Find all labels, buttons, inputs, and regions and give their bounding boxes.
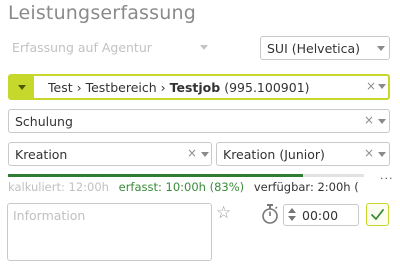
information-textarea[interactable]: Information xyxy=(7,203,212,261)
job-breadcrumb: Test › Testbereich › Testjob (995.100901… xyxy=(48,80,310,95)
recorded-hours: erfasst: 10:00h (83%) xyxy=(118,180,245,194)
job-select[interactable]: Test › Testbereich › Testjob (995.100901… xyxy=(8,74,390,100)
confirm-button[interactable] xyxy=(366,203,389,226)
activity-select[interactable]: Schulung × xyxy=(8,109,390,133)
budget-progress-fill xyxy=(8,174,304,177)
chevron-down-icon[interactable] xyxy=(201,152,209,157)
time-input[interactable]: 00:00 xyxy=(283,204,359,226)
increment-arrow-icon[interactable] xyxy=(288,208,296,213)
clear-icon[interactable]: × xyxy=(364,113,374,127)
department-select[interactable]: Kreation × xyxy=(8,142,212,166)
check-icon xyxy=(371,209,384,220)
agency-select-placeholder: Erfassung auf Agentur xyxy=(12,40,152,55)
information-placeholder: Information xyxy=(13,208,86,223)
available-hours: verfügbar: 2:00h ( xyxy=(253,180,359,194)
favorite-star-icon[interactable]: ☆ xyxy=(216,203,231,223)
client-select-value: SUI (Helvetica) xyxy=(267,41,361,56)
chevron-down-icon xyxy=(200,45,208,50)
agency-select[interactable]: Erfassung auf Agentur xyxy=(8,36,212,60)
decrement-arrow-icon[interactable] xyxy=(288,216,296,221)
page-title: Leistungserfassung xyxy=(8,2,196,24)
role-select[interactable]: Kreation (Junior) × xyxy=(216,142,390,166)
department-select-value: Kreation xyxy=(15,147,68,162)
job-select-toggle[interactable] xyxy=(10,76,34,98)
activity-select-value: Schulung xyxy=(15,114,73,129)
budget-stats: kalkuliert: 12:00h erfasst: 10:00h (83%)… xyxy=(8,180,359,194)
breadcrumb-level-2: Testbereich xyxy=(85,80,157,95)
role-select-value: Kreation (Junior) xyxy=(223,147,325,162)
chevron-down-icon[interactable] xyxy=(378,152,386,157)
clear-icon[interactable]: × xyxy=(364,146,374,160)
clear-icon[interactable]: × xyxy=(187,146,197,160)
job-number: (995.100901) xyxy=(224,80,310,95)
stopwatch-icon[interactable] xyxy=(261,203,279,225)
chevron-down-icon xyxy=(18,85,26,90)
job-name: Testjob xyxy=(169,80,221,95)
breadcrumb-level-1: Test xyxy=(48,80,73,95)
chevron-down-icon[interactable] xyxy=(378,119,386,124)
more-info-ellipsis[interactable]: ... xyxy=(380,169,394,182)
time-value: 00:00 xyxy=(302,208,339,223)
breadcrumb-separator: › xyxy=(76,80,82,95)
chevron-down-icon[interactable] xyxy=(377,46,385,51)
chevron-down-icon[interactable] xyxy=(378,84,386,89)
breadcrumb-separator: › xyxy=(160,80,166,95)
budget-progress-bar xyxy=(8,174,364,177)
calculated-hours: kalkuliert: 12:00h xyxy=(8,180,109,194)
client-select[interactable]: SUI (Helvetica) xyxy=(260,36,390,60)
time-stepper[interactable] xyxy=(288,208,296,222)
clear-icon[interactable]: × xyxy=(366,79,376,93)
